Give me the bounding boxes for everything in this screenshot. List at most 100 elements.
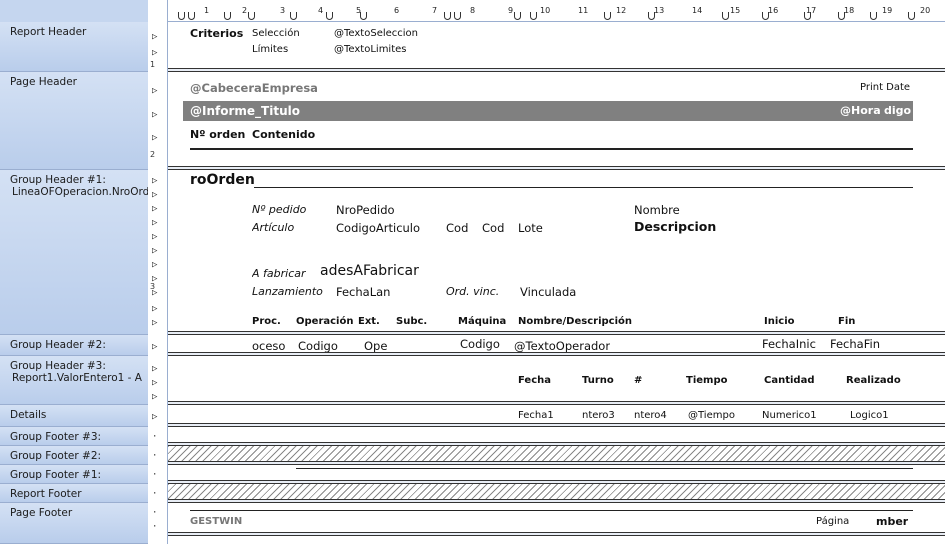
section-details[interactable]: Details [0,405,148,427]
seleccion-label[interactable]: Selección [252,27,300,41]
band-marker-icon[interactable]: ▷ [152,246,162,256]
codigo-field-1[interactable]: Codigo [298,339,338,353]
section-group-footer-3[interactable]: Group Footer #3: [0,427,148,446]
proceso-field[interactable]: oceso [252,339,285,353]
ruler-tab-stop[interactable] [804,12,811,20]
ruler-tab-stop[interactable] [514,12,521,20]
gestwin-label[interactable]: GESTWIN [190,515,242,529]
band-marker-icon[interactable]: ▷ [152,232,162,242]
realizado-column-header[interactable]: Realizado [846,374,901,388]
ruler-tab-stop[interactable] [188,12,195,20]
band-marker-icon[interactable]: ▷ [152,86,162,96]
cabecera-empresa-field[interactable]: @CabeceraEmpresa [190,81,318,95]
fecha-lan-field[interactable]: FechaLan [336,285,390,299]
criterios-label[interactable]: Criterios [190,27,243,41]
ruler-tab-stop[interactable] [762,12,769,20]
ruler-tab-stop[interactable] [248,12,255,20]
codigo-articulo-field[interactable]: CodigoArticulo [336,221,420,235]
informe-titulo-field[interactable]: @Informe_Titulo [190,104,300,118]
band-marker-icon[interactable]: ▷ [152,364,162,374]
section-page-header[interactable]: Page Header [0,72,148,170]
page-header-rule[interactable] [190,148,913,150]
n-pedido-label[interactable]: Nº pedido [252,203,306,217]
nro-orden-header[interactable]: Nº orden [190,128,245,142]
band-marker-icon[interactable]: ▷ [152,342,162,352]
nombre-descripcion-column-header[interactable]: Nombre/Descripción [518,315,632,329]
lanzamiento-label[interactable]: Lanzamiento [252,285,323,299]
band-marker-icon[interactable]: ▷ [152,378,162,388]
group-header-rule[interactable] [254,187,913,188]
section-report-header[interactable]: Report Header [0,22,148,72]
ord-vinc-label[interactable]: Ord. vinc. [446,285,499,299]
ruler-tab-stop[interactable] [838,12,845,20]
cantidad-column-header[interactable]: Cantidad [764,374,814,388]
texto-operador-field[interactable]: @TextoOperador [514,339,610,353]
band-separator[interactable] [168,532,945,536]
section-group-footer-2[interactable]: Group Footer #2: [0,446,148,465]
descripcion-field[interactable]: Descripcion [634,220,716,234]
band-marker-icon[interactable]: ▷ [152,32,162,42]
vinculada-field[interactable]: Vinculada [520,285,576,299]
band-marker-icon[interactable]: ▷ [152,190,162,200]
ruler-tab-stop[interactable] [326,12,333,20]
texto-limites-field[interactable]: @TextoLimites [334,43,407,57]
band-separator[interactable] [168,331,945,335]
ruler-tab-stop[interactable] [454,12,461,20]
entero3-field[interactable]: ntero3 [582,409,615,423]
tiempo-column-header[interactable]: Tiempo [686,374,727,388]
page-footer-rule[interactable] [190,510,913,511]
band-separator[interactable] [168,499,945,503]
cod-field-2[interactable]: Cod [482,221,504,235]
nombre-label[interactable]: Nombre [634,203,680,217]
hora-field[interactable]: @Hora [840,104,881,118]
ruler-tab-stop[interactable] [444,12,451,20]
band-marker-icon[interactable]: ▷ [152,133,162,143]
nro-pedido-field[interactable]: NroPedido [336,203,395,217]
band-marker-icon[interactable]: ▷ [152,110,162,120]
band-marker-icon[interactable]: ▷ [152,392,162,402]
band-separator[interactable] [168,68,945,72]
section-group-footer-1[interactable]: Group Footer #1: [0,465,148,484]
nro-orden-field[interactable]: roOrden [190,173,255,187]
band-marker-icon[interactable]: ▷ [152,204,162,214]
numero-column-header[interactable]: # [634,374,642,388]
unidades-fabricar-field[interactable]: adesAFabricar [320,264,419,278]
band-separator[interactable] [168,166,945,170]
pagina-label[interactable]: Página [816,515,849,529]
texto-seleccion-field[interactable]: @TextoSeleccion [334,27,418,41]
section-group-header-3[interactable]: Group Header #3: Report1.ValorEntero1 - … [0,356,148,405]
subc-column-header[interactable]: Subc. [396,315,427,329]
limites-label[interactable]: Límites [252,43,288,57]
ope-field[interactable]: Ope [364,339,387,353]
ruler-tab-stop[interactable] [722,12,729,20]
band-marker-icon[interactable]: ▷ [152,260,162,270]
ruler-tab-stop[interactable] [908,12,915,20]
fecha1-field[interactable]: Fecha1 [518,409,554,423]
fin-column-header[interactable]: Fin [838,315,855,329]
ruler-tab-stop[interactable] [178,12,185,20]
logico1-field[interactable]: Logico1 [850,409,889,423]
section-group-header-2[interactable]: Group Header #2: [0,335,148,356]
band-marker-icon[interactable]: ▷ [152,218,162,228]
section-group-header-1[interactable]: Group Header #1: LineaOFOperacion.NroOrd… [0,170,156,335]
band-separator[interactable] [168,401,945,405]
ruler-tab-stop[interactable] [224,12,231,20]
print-date-field[interactable]: Print Date [860,81,910,95]
ruler-tab-stop[interactable] [530,12,537,20]
section-report-footer[interactable]: Report Footer [0,484,148,503]
operacion-column-header[interactable]: Operación [296,315,353,329]
band-marker-icon[interactable]: ▷ [152,412,162,422]
group-footer-rule[interactable] [296,468,913,469]
band-marker-icon[interactable]: ▷ [152,304,162,314]
band-marker-icon[interactable]: ▷ [152,176,162,186]
codigo-field[interactable]: digo [884,104,911,118]
section-page-footer[interactable]: Page Footer [0,503,148,544]
entero4-field[interactable]: ntero4 [634,409,667,423]
ruler-tab-stop[interactable] [360,12,367,20]
tiempo-field[interactable]: @Tiempo [688,409,735,423]
hidden-band-hatch[interactable] [168,446,945,461]
cod-field-1[interactable]: Cod [446,221,468,235]
band-marker-icon[interactable]: ▷ [152,48,162,58]
band-marker-icon[interactable]: ▷ [152,318,162,328]
band-separator[interactable] [168,352,945,356]
